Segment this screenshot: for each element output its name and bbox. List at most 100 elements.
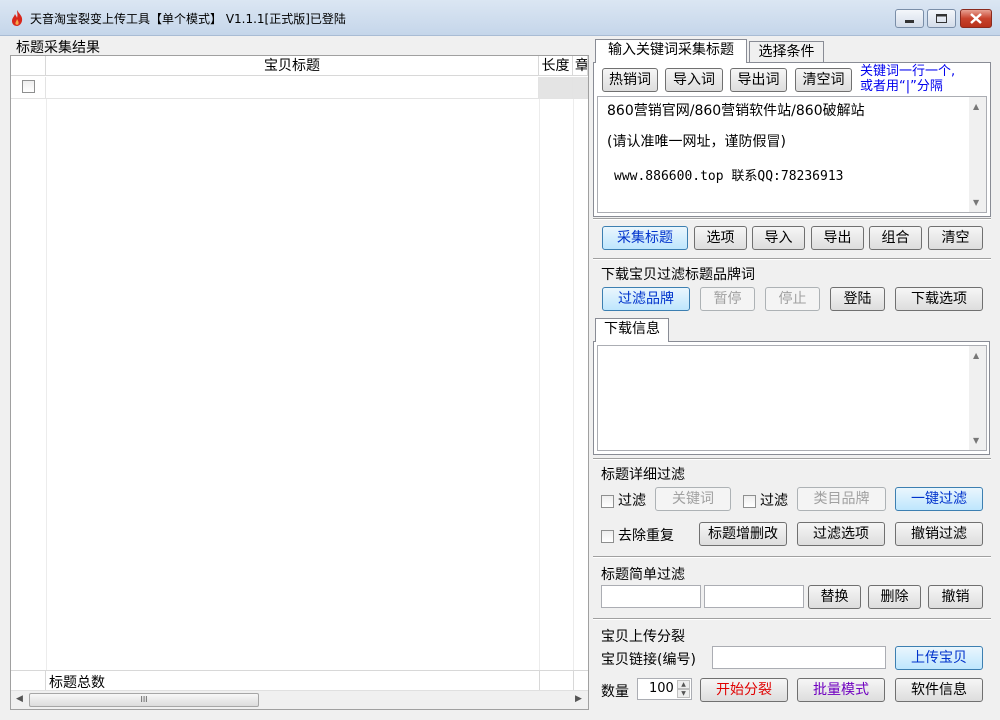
stepper-up-icon[interactable]: ▲ — [677, 680, 690, 689]
length-cell[interactable] — [539, 77, 573, 99]
column-divider — [539, 99, 540, 670]
window-title: 天音淘宝裂变上传工具【单个模式】 V1.1.1[正式版]已登陆 — [30, 12, 346, 26]
maximize-button[interactable] — [927, 9, 956, 28]
row-checkbox[interactable] — [21, 80, 35, 93]
checkbox-box[interactable] — [601, 494, 614, 508]
simple-filter-label: 标题简单过滤 — [601, 567, 685, 583]
keyword-vertical-scrollbar[interactable]: ▲ ▼ — [969, 97, 986, 212]
export-words-button[interactable]: 导出词 — [730, 68, 787, 92]
footer-corner — [11, 671, 46, 690]
pause-button[interactable]: 暂停 — [700, 287, 755, 311]
tab-filter-conditions[interactable]: 选择条件 — [749, 41, 824, 63]
import-button[interactable]: 导入 — [752, 226, 805, 250]
title-edit-button[interactable]: 标题增删改 — [699, 522, 787, 546]
delete-button[interactable]: 删除 — [868, 585, 921, 609]
filter-category-checkbox[interactable]: 过滤 — [743, 490, 788, 510]
category-brand-button[interactable]: 类目品牌 — [797, 487, 886, 511]
undo-filter-button[interactable]: 撤销过滤 — [895, 522, 983, 546]
divider — [593, 458, 991, 460]
download-section-label: 下载宝贝过滤标题品牌词 — [601, 267, 755, 283]
clear-button[interactable]: 清空 — [928, 226, 983, 250]
quantity-label: 数量 — [601, 684, 629, 700]
column-header-extra[interactable]: 章 — [573, 56, 588, 76]
detail-filter-label: 标题详细过滤 — [601, 467, 685, 483]
divider — [593, 618, 991, 620]
login-button[interactable]: 登陆 — [830, 287, 885, 311]
find-input[interactable] — [601, 585, 701, 608]
title-cell[interactable] — [46, 77, 539, 99]
download-info-textarea[interactable]: ▲ ▼ — [597, 345, 987, 451]
hot-words-button[interactable]: 热销词 — [602, 68, 658, 92]
combine-button[interactable]: 组合 — [869, 226, 922, 250]
footer-total-label: 标题总数 — [49, 675, 105, 691]
close-icon — [970, 13, 982, 24]
checkbox-box[interactable] — [743, 494, 756, 508]
minimize-button[interactable] — [895, 9, 924, 28]
row-checkbox-cell[interactable] — [11, 77, 46, 99]
row-header-corner — [11, 56, 46, 76]
item-link-input[interactable] — [712, 646, 886, 669]
dedupe-checkbox[interactable]: 去除重复 — [601, 525, 674, 545]
divider — [593, 258, 991, 260]
download-options-button[interactable]: 下载选项 — [895, 287, 983, 311]
start-split-button[interactable]: 开始分裂 — [700, 678, 788, 702]
grid-footer: 标题总数 — [11, 670, 588, 691]
divider — [593, 218, 991, 220]
keyword-filter-button[interactable]: 关键词 — [655, 487, 731, 511]
column-divider — [573, 671, 574, 690]
scroll-down-icon[interactable]: ▼ — [973, 198, 979, 207]
filter-keyword-checkbox[interactable]: 过滤 — [601, 490, 646, 510]
options-button[interactable]: 选项 — [694, 226, 747, 250]
upload-section-label: 宝贝上传分裂 — [601, 629, 685, 645]
tab-download-info[interactable]: 下载信息 — [595, 318, 669, 342]
maximize-icon — [936, 14, 947, 23]
scroll-left-icon[interactable]: ◀ — [16, 694, 23, 704]
results-grid[interactable]: 宝贝标题 长度 章 标题总数 ◀ III ▶ — [10, 55, 589, 710]
filter-brand-button[interactable]: 过滤品牌 — [602, 287, 690, 311]
results-label: 标题采集结果 — [16, 40, 100, 56]
column-divider — [539, 671, 540, 690]
scroll-up-icon[interactable]: ▲ — [973, 102, 979, 111]
keyword-text-line3: www.886600.top 联系QQ:78236913 — [614, 169, 844, 184]
upload-item-button[interactable]: 上传宝贝 — [895, 646, 983, 670]
column-header-length[interactable]: 长度 — [539, 56, 573, 76]
download-info-vertical-scrollbar[interactable]: ▲ ▼ — [969, 346, 986, 450]
clear-words-button[interactable]: 清空词 — [795, 68, 852, 92]
divider — [593, 556, 991, 558]
column-header-title[interactable]: 宝贝标题 — [46, 56, 539, 76]
scroll-down-icon[interactable]: ▼ — [973, 436, 979, 445]
keyword-hint: 关键词一行一个, 或者用“|”分隔 — [860, 64, 955, 94]
checkbox-box[interactable] — [601, 529, 614, 543]
flame-icon — [12, 10, 23, 26]
import-words-button[interactable]: 导入词 — [665, 68, 723, 92]
horizontal-scroll-thumb[interactable]: III — [29, 693, 259, 707]
keyword-textarea[interactable]: 860营销官网/860营销软件站/860破解站 (请认准唯一网址，谨防假冒) w… — [597, 96, 987, 213]
stop-button[interactable]: 停止 — [765, 287, 820, 311]
batch-mode-button[interactable]: 批量模式 — [797, 678, 885, 702]
keyword-text-line1: 860营销官网/860营销软件站/860破解站 — [607, 103, 865, 119]
export-button[interactable]: 导出 — [811, 226, 864, 250]
stepper-down-icon[interactable]: ▼ — [677, 689, 690, 698]
column-divider — [46, 99, 47, 670]
scroll-right-icon[interactable]: ▶ — [575, 694, 582, 704]
keyword-hint-line2: 或者用“|”分隔 — [860, 79, 943, 94]
extra-cell[interactable] — [573, 77, 588, 99]
collect-titles-button[interactable]: 采集标题 — [602, 226, 688, 250]
minimize-icon — [905, 20, 914, 23]
keyword-text-line2: (请认准唯一网址，谨防假冒) — [607, 134, 786, 150]
one-click-filter-button[interactable]: 一键过滤 — [895, 487, 983, 511]
replace-input[interactable] — [704, 585, 804, 608]
close-button[interactable] — [960, 9, 992, 28]
scroll-up-icon[interactable]: ▲ — [973, 351, 979, 360]
replace-button[interactable]: 替换 — [808, 585, 861, 609]
horizontal-scrollbar[interactable]: ◀ III ▶ — [11, 690, 588, 709]
dedupe-label: 去除重复 — [618, 528, 674, 544]
quantity-stepper[interactable]: 100 ▲ ▼ — [637, 678, 692, 700]
item-link-label: 宝贝链接(编号) — [601, 652, 696, 668]
filter-options-button[interactable]: 过滤选项 — [797, 522, 885, 546]
tab-keyword-collect[interactable]: 输入关键词采集标题 — [595, 39, 747, 63]
filter-category-label: 过滤 — [760, 493, 788, 509]
keyword-hint-line1: 关键词一行一个, — [860, 64, 956, 79]
software-info-button[interactable]: 软件信息 — [895, 678, 983, 702]
undo-button[interactable]: 撤销 — [928, 585, 983, 609]
